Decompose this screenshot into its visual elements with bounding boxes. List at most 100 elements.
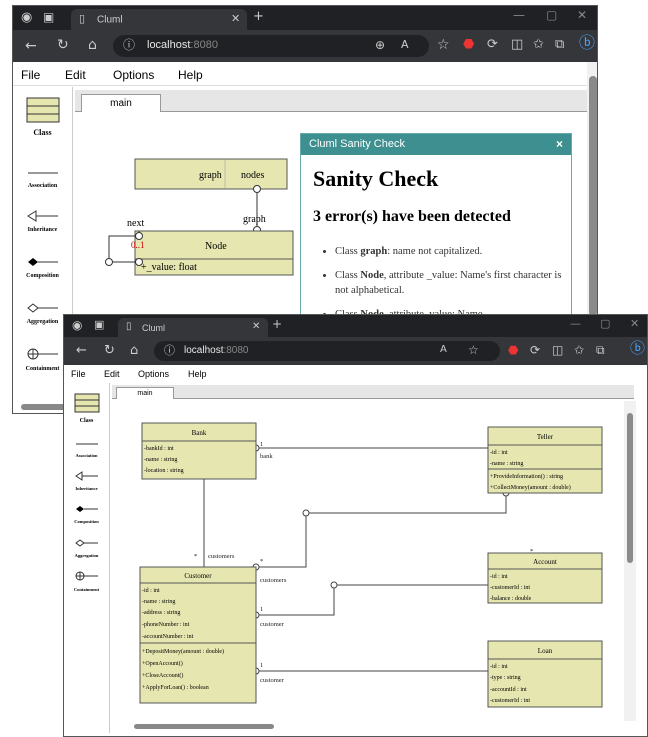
menu-options[interactable]: Options xyxy=(113,68,154,82)
customer-teller-link xyxy=(256,493,507,568)
link-handle[interactable] xyxy=(105,258,113,266)
read-aloud-icon[interactable]: A xyxy=(401,39,409,50)
link-handle[interactable] xyxy=(135,232,143,240)
home-icon[interactable]: ⌂ xyxy=(88,38,97,52)
role-label: customer xyxy=(260,677,285,684)
menu-edit[interactable]: Edit xyxy=(65,68,86,82)
composition-icon xyxy=(75,506,98,512)
page-scroll-thumb[interactable] xyxy=(589,76,597,316)
url-host: localhost xyxy=(184,345,224,356)
new-tab-icon[interactable]: + xyxy=(253,10,264,23)
browser-tab[interactable]: ▯ Cluml ✕ xyxy=(118,318,268,337)
class-bank[interactable]: Bank -bankId : int -name : string -locat… xyxy=(141,422,257,480)
menu-file[interactable]: File xyxy=(71,369,86,379)
favorite-icon[interactable]: ☆ xyxy=(468,344,479,356)
collections-icon[interactable]: ⧉ xyxy=(596,344,605,356)
url-field[interactable]: ⓘ localhost:8080 ⊕ A xyxy=(113,35,429,57)
palette-composition[interactable]: Composition xyxy=(13,255,72,279)
tab-actions-icon[interactable]: ▣ xyxy=(94,319,104,330)
home-icon[interactable]: ⌂ xyxy=(130,344,138,357)
close-tab-icon[interactable]: ✕ xyxy=(252,322,260,332)
class-attribute: -name : string xyxy=(490,461,523,467)
link-handle[interactable] xyxy=(302,509,310,517)
palette-inheritance[interactable]: Inheritance xyxy=(13,209,72,233)
favorite-icon[interactable]: ☆ xyxy=(437,38,450,52)
favorites-icon[interactable]: ✩ xyxy=(574,344,584,356)
close-tab-icon[interactable]: ✕ xyxy=(231,13,240,24)
diagram-scroll-thumb[interactable] xyxy=(627,413,633,563)
next-role-label: next xyxy=(127,218,144,229)
tab-actions-icon[interactable]: ▣ xyxy=(43,11,54,23)
palette-aggregation[interactable]: Aggregation xyxy=(64,535,109,558)
class-teller[interactable]: Teller -id : int -name : string +Provide… xyxy=(487,426,603,494)
zoom-icon[interactable]: ⊕ xyxy=(375,39,385,51)
menu-help[interactable]: Help xyxy=(178,68,203,82)
class-customer[interactable]: Customer -id : int -name : string -addre… xyxy=(139,566,257,704)
maximize-icon[interactable]: ▢ xyxy=(546,9,557,21)
menu-options[interactable]: Options xyxy=(138,369,169,379)
diagram-tab-main[interactable]: main xyxy=(81,94,161,112)
dialog-title: Sanity Check xyxy=(313,166,439,191)
palette-class[interactable]: Class xyxy=(13,97,72,137)
menu-bar: File Edit Options Help xyxy=(64,365,647,383)
palette-association[interactable]: Association xyxy=(13,165,72,189)
profile-icon[interactable]: ◉ xyxy=(21,11,32,24)
favorites-icon[interactable]: ✩ xyxy=(533,38,544,51)
split-icon[interactable]: ◫ xyxy=(511,38,523,51)
copilot-icon[interactable]: ⓑ xyxy=(630,341,645,356)
info-icon[interactable]: ⓘ xyxy=(123,39,135,51)
close-window-icon[interactable]: ✕ xyxy=(577,9,587,21)
palette-containment[interactable]: Containment xyxy=(64,569,109,592)
url-field[interactable]: ⓘ localhost:8080 A ☆ xyxy=(154,341,500,361)
class-attribute: -id : int xyxy=(142,588,160,594)
back-icon[interactable]: ← xyxy=(76,344,87,357)
palette-label: Class xyxy=(79,418,94,424)
class-operation: +OpenAccount() xyxy=(142,660,183,667)
adblock-icon[interactable]: ⬣ xyxy=(463,38,474,51)
class-attribute: -customerId : int xyxy=(490,585,530,591)
inheritance-icon xyxy=(26,210,58,222)
class-attribute: -accountNumber : int xyxy=(142,634,194,640)
horizontal-scroll-thumb[interactable] xyxy=(134,724,274,729)
role-label: customers xyxy=(208,553,235,560)
adblock-icon[interactable]: ⬣ xyxy=(508,344,518,356)
back-icon[interactable]: ← xyxy=(25,39,37,53)
split-icon[interactable]: ◫ xyxy=(552,344,563,356)
copilot-icon[interactable]: ⓑ xyxy=(579,35,595,51)
info-icon[interactable]: ⓘ xyxy=(164,345,175,356)
minimize-icon[interactable]: — xyxy=(570,318,581,329)
collections-icon[interactable]: ⧉ xyxy=(555,38,564,51)
extension-icon[interactable]: ⟳ xyxy=(487,38,498,51)
diagram-scrollbar[interactable] xyxy=(624,401,636,721)
class-loan[interactable]: Loan -id : int -type : string -accountId… xyxy=(487,640,603,708)
profile-icon[interactable]: ◉ xyxy=(72,319,82,331)
maximize-icon[interactable]: ▢ xyxy=(600,318,610,329)
class-account[interactable]: Account -id : int -customerId : int -bal… xyxy=(487,552,603,604)
browser-tab[interactable]: ▯ Cluml ✕ xyxy=(71,9,247,30)
refresh-icon[interactable]: ↻ xyxy=(57,38,69,52)
menu-help[interactable]: Help xyxy=(188,369,207,379)
class-operation: +ProvideInformation() : string xyxy=(490,473,563,480)
palette-association[interactable]: Association xyxy=(64,435,109,458)
palette-class[interactable]: Class xyxy=(64,393,109,424)
palette-composition[interactable]: Composition xyxy=(64,501,109,524)
palette-label: Composition xyxy=(26,273,59,279)
menu-edit[interactable]: Edit xyxy=(104,369,120,379)
palette-inheritance[interactable]: Inheritance xyxy=(64,468,109,491)
extension-icon[interactable]: ⟳ xyxy=(530,344,540,356)
menu-file[interactable]: File xyxy=(21,68,40,82)
new-tab-icon[interactable]: + xyxy=(272,318,282,330)
refresh-icon[interactable]: ↻ xyxy=(104,344,115,357)
minimize-icon[interactable]: — xyxy=(513,9,525,21)
mult-label: 1 xyxy=(260,606,263,613)
link-handle[interactable] xyxy=(135,258,143,266)
link-handle[interactable] xyxy=(253,185,261,193)
nodes-role-label: nodes xyxy=(241,170,264,181)
multiplicity-label: 0..1 xyxy=(131,240,145,250)
close-icon[interactable]: × xyxy=(556,137,563,151)
read-aloud-icon[interactable]: A xyxy=(440,345,447,355)
role-label: customers xyxy=(260,577,287,584)
close-window-icon[interactable]: ✕ xyxy=(630,318,639,329)
diagram-tab-main[interactable]: main xyxy=(116,387,174,399)
link-handle[interactable] xyxy=(330,581,338,589)
